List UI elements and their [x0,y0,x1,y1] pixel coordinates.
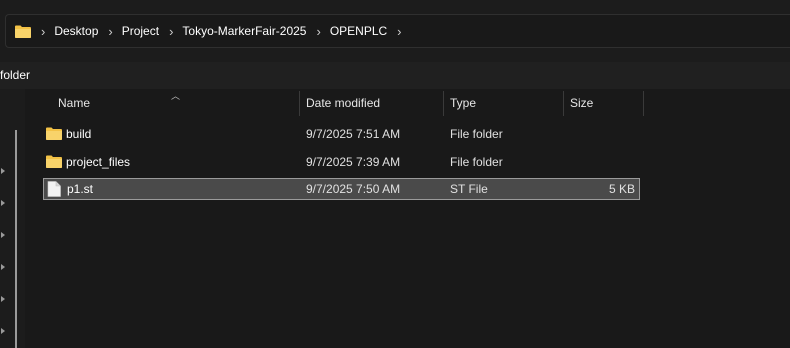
file-name: p1.st [67,182,94,196]
column-type[interactable]: Type [450,89,562,116]
file-name: project_files [66,155,131,169]
navigation-pane [0,89,25,348]
breadcrumb-project[interactable]: Project [122,24,159,38]
file-name: build [66,127,92,141]
address-bar[interactable]: › Desktop › Project › Tokyo-MarkerFair-2… [5,14,790,48]
navigation-scrollbar[interactable] [15,130,17,348]
chevron-right-icon[interactable] [1,168,5,174]
toolbar-new-folder-label[interactable]: folder [0,68,30,82]
chevron-right-icon[interactable]: › [169,25,173,38]
address-strip: › Desktop › Project › Tokyo-MarkerFair-2… [0,0,790,62]
chevron-right-icon[interactable]: › [397,25,401,38]
chevron-right-icon[interactable] [1,232,5,238]
chevron-right-icon[interactable]: › [41,25,45,38]
file-type: File folder [450,155,503,169]
file-type: ST File [450,182,488,196]
toolbar: folder [0,62,790,89]
chevron-right-icon[interactable] [1,328,5,334]
file-icon [47,181,61,197]
folder-icon [46,127,62,140]
chevron-right-icon[interactable]: › [108,25,112,38]
column-divider[interactable] [643,91,644,116]
column-name[interactable]: Name [58,89,298,116]
column-divider[interactable] [299,91,300,116]
file-date: 9/7/2025 7:51 AM [306,127,401,141]
list-item[interactable]: project_files 9/7/2025 7:39 AM File fold… [43,151,640,173]
breadcrumb-tokyo-markerfair[interactable]: Tokyo-MarkerFair-2025 [182,24,306,38]
file-type: File folder [450,127,503,141]
column-date-modified[interactable]: Date modified [306,89,442,116]
folder-icon [15,25,31,38]
chevron-right-icon[interactable] [1,264,5,270]
list-item[interactable]: build 9/7/2025 7:51 AM File folder [43,123,640,145]
chevron-right-icon[interactable] [1,200,5,206]
chevron-right-icon[interactable] [1,296,5,302]
column-divider[interactable] [563,91,564,116]
column-divider[interactable] [443,91,444,116]
file-explorer-window: › Desktop › Project › Tokyo-MarkerFair-2… [0,0,790,348]
breadcrumb: › Desktop › Project › Tokyo-MarkerFair-2… [31,24,411,38]
column-header: ︿ Name Date modified Type Size [0,89,790,116]
file-size: 5 KB [608,182,635,196]
file-date: 9/7/2025 7:50 AM [306,182,401,196]
chevron-right-icon[interactable]: › [316,25,320,38]
column-size[interactable]: Size [570,89,642,116]
file-date: 9/7/2025 7:39 AM [306,155,401,169]
breadcrumb-desktop[interactable]: Desktop [54,24,98,38]
list-item-selected[interactable]: p1.st 9/7/2025 7:50 AM ST File 5 KB [43,178,640,200]
folder-icon [46,155,62,168]
breadcrumb-openplc[interactable]: OPENPLC [330,24,387,38]
